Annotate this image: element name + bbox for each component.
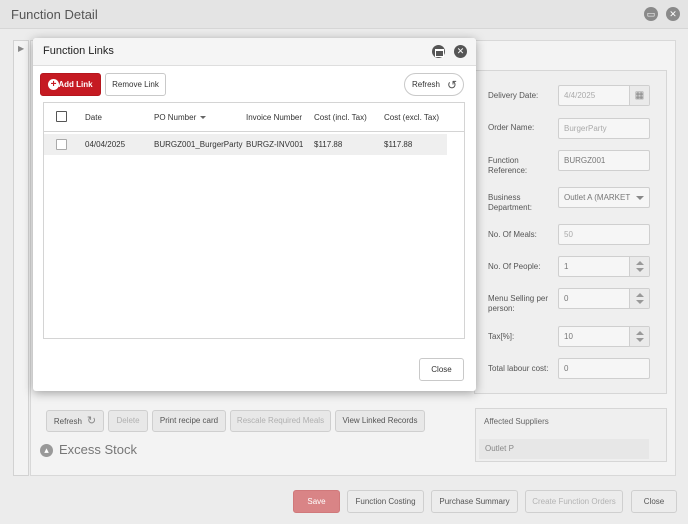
delete-button[interactable]: Delete [108, 410, 148, 432]
business-department-value: Outlet A (MARKET [564, 193, 631, 202]
links-table: Date PO Number Invoice Number Cost (incl… [43, 102, 465, 339]
calendar-icon[interactable]: ▦ [629, 86, 649, 105]
no-of-meals-label: No. Of Meals: [488, 230, 537, 239]
add-link-label: Add Link [58, 80, 93, 89]
tax-stepper[interactable]: 10 [558, 326, 650, 347]
purchase-summary-button[interactable]: Purchase Summary [431, 490, 518, 513]
maximize-icon[interactable] [432, 45, 445, 58]
create-function-orders-button[interactable]: Create Function Orders [525, 490, 623, 513]
view-linked-records-button[interactable]: View Linked Records [335, 410, 425, 432]
function-costing-button[interactable]: Function Costing [347, 490, 424, 513]
plus-icon: + [48, 79, 59, 90]
excess-stock-section[interactable]: ▴ Excess Stock [40, 442, 137, 457]
tax-value: 10 [564, 332, 573, 341]
rescale-required-meals-label: Rescale Required Meals [236, 416, 325, 425]
total-labour-cost-value: 0 [564, 364, 569, 373]
cell-invoice-number: BURGZ-INV001 [246, 140, 304, 149]
window-title: Function Detail [11, 7, 98, 22]
column-header-invoice-number[interactable]: Invoice Number [246, 113, 302, 122]
bg-refresh-label: Refresh [53, 417, 82, 426]
print-recipe-card-label: Print recipe card [159, 416, 219, 425]
no-of-meals-field[interactable]: 50 [558, 224, 650, 245]
save-button[interactable]: Save [293, 490, 340, 513]
stepper-icon[interactable] [629, 327, 649, 346]
side-panel-toggle[interactable]: ▶ [13, 40, 29, 476]
collapse-icon[interactable]: ▴ [40, 444, 53, 457]
save-label: Save [307, 497, 326, 506]
function-links-dialog: Function Links ✕ + Add Link Remove Link … [33, 38, 476, 391]
function-reference-field[interactable]: BURGZ001 [558, 150, 650, 171]
create-function-orders-label: Create Function Orders [532, 497, 616, 506]
column-header-date[interactable]: Date [85, 113, 102, 122]
select-all-checkbox[interactable] [56, 111, 67, 122]
delivery-date-value: 4/4/2025 [564, 91, 596, 100]
menu-selling-value: 0 [564, 294, 569, 303]
title-bar: Function Detail ▭ ✕ [0, 0, 688, 29]
order-name-label: Order Name: [488, 123, 535, 132]
refresh-button[interactable]: Refresh ↺ [404, 73, 464, 96]
po-number-header-label: PO Number [154, 113, 197, 122]
order-name-value: BurgerParty [564, 124, 607, 133]
total-labour-cost-field[interactable]: 0 [558, 358, 650, 379]
no-of-people-value: 1 [564, 262, 569, 271]
function-reference-value: BURGZ001 [564, 156, 606, 165]
chevron-down-icon [636, 196, 644, 200]
affected-suppliers-header: Affected Suppliers [484, 417, 549, 426]
add-link-button[interactable]: + Add Link [40, 73, 101, 96]
business-department-select[interactable]: Outlet A (MARKET [558, 187, 650, 208]
menu-selling-label: Menu Selling per person: [488, 294, 549, 313]
maximize-icon[interactable]: ▭ [644, 7, 658, 21]
close-label: Close [431, 365, 452, 374]
delivery-date-field[interactable]: 4/4/2025 ▦ [558, 85, 650, 106]
excess-stock-title: Excess Stock [59, 442, 138, 457]
cell-po-number: BURGZ001_BurgerParty [154, 140, 243, 149]
function-costing-label: Function Costing [355, 497, 416, 506]
affected-suppliers-panel: Affected Suppliers Outlet P [475, 408, 667, 462]
stepper-icon[interactable] [629, 257, 649, 276]
table-row[interactable]: 04/04/2025 BURGZ001_BurgerParty BURGZ-IN… [44, 134, 447, 155]
expand-arrow-icon: ▶ [18, 44, 25, 53]
no-of-meals-value: 50 [564, 230, 573, 239]
close-icon[interactable]: ✕ [454, 45, 467, 58]
view-linked-records-label: View Linked Records [342, 416, 418, 425]
total-labour-cost-label: Total labour cost: [488, 364, 549, 373]
delete-label: Delete [116, 416, 140, 425]
menu-selling-stepper[interactable]: 0 [558, 288, 650, 309]
tax-label: Tax[%]: [488, 332, 515, 341]
dialog-header: Function Links ✕ [33, 38, 476, 66]
rescale-required-meals-button[interactable]: Rescale Required Meals [230, 410, 331, 432]
function-reference-label: Function Reference: [488, 156, 528, 175]
bg-refresh-button[interactable]: Refresh ↻ [46, 410, 104, 432]
refresh-icon: ↻ [86, 415, 97, 427]
remove-link-button[interactable]: Remove Link [105, 73, 166, 96]
table-header: Date PO Number Invoice Number Cost (incl… [44, 103, 464, 132]
cell-date: 04/04/2025 [85, 140, 126, 149]
business-department-label: Business Department: [488, 193, 533, 212]
supplier-item[interactable]: Outlet P [479, 439, 649, 459]
dialog-title: Function Links [43, 45, 114, 57]
cell-cost-incl-tax: $117.88 [314, 140, 343, 149]
sort-down-icon [200, 116, 207, 119]
cell-cost-excl-tax: $117.88 [384, 140, 413, 149]
column-header-cost-incl-tax[interactable]: Cost (incl. Tax) [314, 113, 367, 122]
delivery-date-label: Delivery Date: [488, 91, 539, 100]
bg-close-button[interactable]: Close [631, 490, 677, 513]
close-icon[interactable]: ✕ [666, 7, 680, 21]
refresh-icon: ↺ [446, 78, 457, 92]
print-recipe-card-button[interactable]: Print recipe card [152, 410, 226, 432]
column-header-po-number[interactable]: PO Number [154, 113, 207, 122]
remove-link-label: Remove Link [112, 80, 159, 89]
bg-close-label: Close [643, 497, 665, 506]
purchase-summary-label: Purchase Summary [439, 497, 510, 506]
no-of-people-label: No. Of People: [488, 262, 541, 271]
close-button[interactable]: Close [419, 358, 464, 381]
stepper-icon[interactable] [629, 289, 649, 308]
row-checkbox[interactable] [56, 139, 67, 150]
column-header-cost-excl-tax[interactable]: Cost (excl. Tax) [384, 113, 439, 122]
refresh-label: Refresh [411, 80, 440, 89]
no-of-people-stepper[interactable]: 1 [558, 256, 650, 277]
order-name-field[interactable]: BurgerParty [558, 118, 650, 139]
